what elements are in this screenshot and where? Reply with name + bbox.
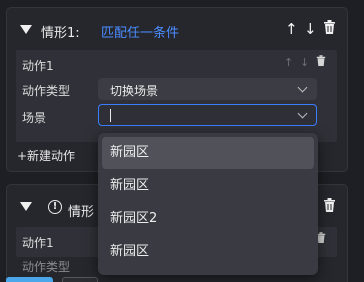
action-type-select[interactable]: 切换场景	[98, 78, 317, 100]
warning-circle-icon: !	[48, 200, 62, 214]
case-title: 情形1:	[41, 26, 80, 41]
chevron-down-icon	[297, 108, 308, 119]
dropdown-option[interactable]: 新园区	[102, 137, 314, 169]
dropdown-option[interactable]: 新园区2	[102, 203, 314, 235]
action-name: 动作1	[22, 59, 54, 73]
scene-dropdown-menu: 新园区 新园区 新园区2 新园区	[98, 133, 318, 275]
trash-icon[interactable]	[316, 55, 326, 70]
collapse-triangle-icon[interactable]	[20, 202, 32, 211]
add-action-button[interactable]: +新建动作	[17, 147, 75, 164]
trash-icon[interactable]	[323, 198, 336, 216]
scene-label: 场景	[22, 111, 47, 125]
chevron-down-icon	[297, 82, 308, 93]
secondary-button[interactable]	[62, 277, 98, 282]
action-type-label: 动作类型	[22, 260, 71, 274]
dropdown-option[interactable]: 新园区	[102, 170, 314, 202]
dropdown-option[interactable]: 新园区	[102, 236, 314, 268]
primary-button[interactable]	[6, 277, 53, 282]
condition-mode-link[interactable]: 匹配任一条件	[101, 22, 179, 41]
arrow-down-icon[interactable]: ↓	[304, 21, 317, 37]
case-header-1: 情形1: 匹配任一条件 ↑ ↓	[7, 8, 347, 50]
arrow-down-icon[interactable]: ↓	[300, 56, 309, 69]
action-name: 动作1	[22, 236, 54, 250]
scene-select[interactable]	[98, 104, 317, 126]
trash-icon[interactable]	[323, 20, 336, 38]
action-type-value: 切换场景	[110, 84, 159, 98]
arrow-up-icon[interactable]: ↑	[284, 56, 293, 69]
case-title: 情形	[68, 205, 95, 220]
collapse-triangle-icon[interactable]	[20, 25, 32, 34]
text-caret	[110, 109, 111, 122]
action-type-label: 动作类型	[22, 84, 71, 98]
arrow-up-icon[interactable]: ↑	[285, 21, 298, 37]
